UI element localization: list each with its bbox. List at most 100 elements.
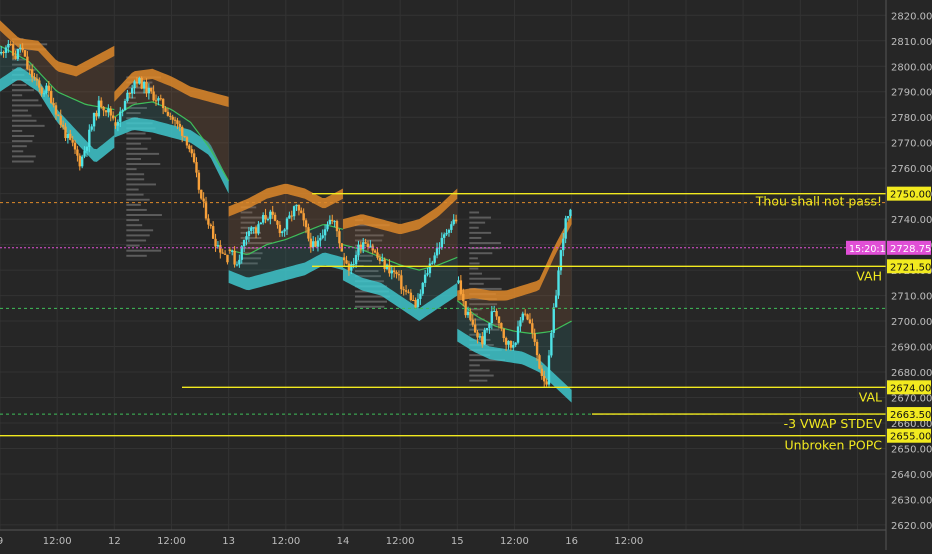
price-tick-label: 2690.00 [891,343,932,354]
candle-body [183,135,186,138]
candle-body [9,43,12,45]
profile-bar [469,277,501,280]
profile-bar [126,234,150,237]
candle-body [147,87,151,94]
candle-body [221,252,224,254]
candle-body [38,80,41,88]
profile-bar [469,231,492,234]
candle-body [190,149,193,154]
profile-bar [126,224,143,227]
candle-body [485,328,489,331]
candle-body [400,275,403,290]
profile-bar [126,173,145,176]
candle-body [59,115,62,125]
candle-body [516,326,520,343]
candle-body [209,224,212,227]
candle-body [259,222,262,225]
candle-body [257,224,260,234]
profile-bar [469,369,490,372]
chart-canvas[interactable]: Thou shall not pass! VAH VAL -3 VWAP STDEV U… [0,0,932,550]
candle-body [426,273,429,275]
candle-body [395,272,398,275]
candle-body [283,229,286,232]
candle-body [176,120,179,124]
candle-body [130,88,134,94]
time-tick-label: 13 [222,536,235,547]
candle-body [188,145,191,150]
candle-body [0,51,3,54]
candle-body [454,219,458,222]
candle-body [204,201,208,219]
candle-body [47,85,51,91]
candle-body [450,224,453,230]
candle-body [521,313,524,321]
candle-body [145,81,148,94]
profile-bar [469,262,480,265]
candle-body [264,215,267,220]
level-label: Thou shall not pass! [755,194,882,209]
profile-bar [469,267,479,270]
candle-body [462,293,465,302]
candle-body [152,91,155,101]
profile-bar [12,119,37,122]
level-price-tag-label: 2655.00 [890,432,931,443]
candle-body [95,112,98,117]
candle-body [166,111,170,116]
profile-bar [12,114,32,117]
profile-bar [126,208,147,211]
profile-bar [469,236,482,239]
candle-body [14,55,17,59]
profile-bar [12,99,39,102]
candle-body [547,355,551,385]
time-tick-label: 12:00 [386,536,415,547]
level-label: VAL [859,389,882,404]
candle-body [66,133,70,139]
candle-body [154,100,158,102]
candle-body [126,93,129,101]
candle-body [4,47,8,53]
price-tick-label: 2800.00 [891,62,932,73]
candle-body [40,87,43,94]
candle-body [523,313,527,315]
price-tick-label: 2810.00 [891,37,932,48]
candle-body [250,227,253,232]
chart[interactable]: Thou shall not pass! VAH VAL -3 VWAP STDEV U… [0,0,932,550]
candle-body [223,253,227,255]
candle-body [481,336,484,345]
candle-body [311,241,315,248]
candle-body [552,307,555,333]
candle-body [431,262,434,264]
candle-body [214,238,217,247]
candle-body [471,319,474,325]
candle-body [219,245,222,253]
candle-body [392,270,396,273]
profile-bar [126,239,147,242]
profile-bar [126,198,150,201]
candle-body [11,44,15,56]
candle-body [531,323,534,334]
level-price-tag-label: 2663.50 [890,410,931,421]
profile-bar [469,221,486,224]
candle-body [266,218,270,220]
candle-body [314,241,317,247]
candle-body [554,295,558,308]
time-tick-label: 14 [337,536,350,547]
profile-bar [126,157,142,160]
profile-bar [126,163,161,166]
candle-body [52,103,55,106]
candle-body [138,77,141,84]
price-tick-label: 2670.00 [891,394,932,405]
price-tick-label: 2640.00 [891,470,932,481]
candle-body [254,227,258,234]
profile-bar [12,150,24,153]
candle-body [16,48,20,59]
profile-bar [126,219,140,222]
candle-body [373,250,377,253]
profile-bar [126,142,141,145]
time-tick-label: 9 [0,536,3,547]
profile-bar [12,155,36,158]
candle-body [347,263,351,271]
candle-body [159,98,162,100]
candle-body [121,110,124,112]
candle-body [178,123,182,127]
